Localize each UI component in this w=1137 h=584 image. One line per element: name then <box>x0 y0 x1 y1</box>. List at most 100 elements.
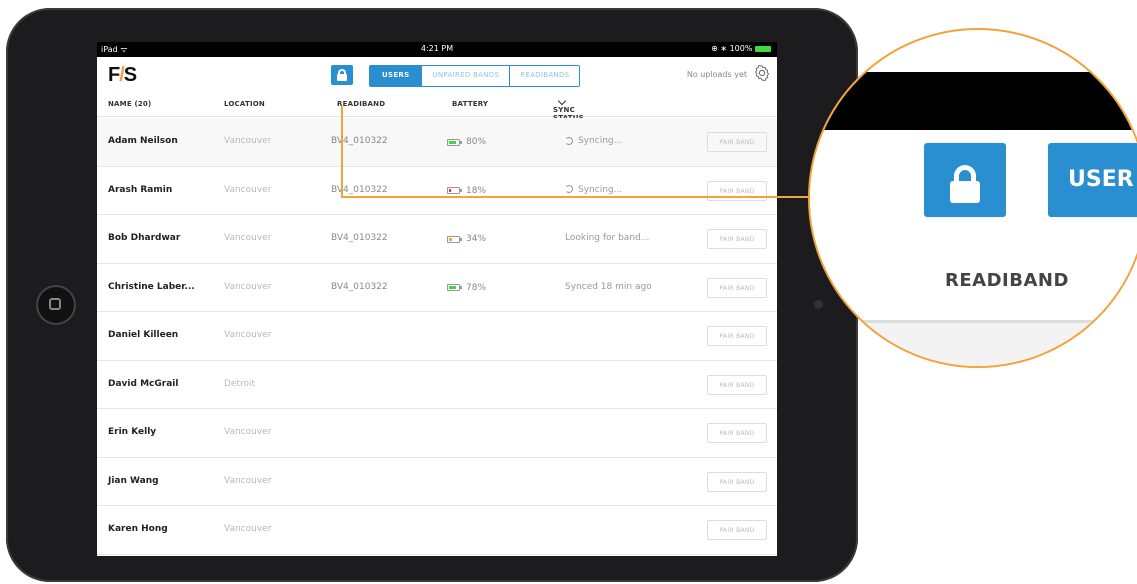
battery-status-text: ⊕ ∗ 100% <box>711 44 753 53</box>
col-location[interactable]: LOCATION <box>224 100 265 108</box>
pair-band-button[interactable]: PAIR BAND <box>707 374 767 395</box>
home-button[interactable] <box>36 285 76 325</box>
pair-band-button[interactable]: PAIR BAND <box>707 471 767 492</box>
status-bar: iPad ᯤ 4:21 PM ⊕ ∗ 100% <box>97 42 777 57</box>
readiband-id: BV4_010322 <box>331 136 388 146</box>
lock-button[interactable] <box>331 65 353 85</box>
pair-band-button[interactable]: PAIR BAND <box>707 326 767 346</box>
spinner-icon <box>565 136 573 145</box>
home-square-icon <box>49 298 61 310</box>
battery-fill <box>449 140 456 144</box>
col-battery[interactable]: BATTERY <box>452 100 488 108</box>
uploads-status: No uploads yet <box>686 70 747 79</box>
sync-status: Synced 18 min ago <box>565 282 652 292</box>
table-row[interactable]: David McGrail Detroit PAIR BAND <box>97 361 777 409</box>
battery-fill <box>449 189 451 192</box>
table-row[interactable]: Christine Laber... Vancouver BV4_010322 78%… <box>97 264 777 312</box>
sync-status-text: Syncing... <box>578 184 623 195</box>
pair-band-button[interactable]: PAIR BAND <box>707 277 767 298</box>
user-name: Arash Ramin <box>108 184 173 195</box>
user-location: Vancouver <box>224 233 272 243</box>
battery-cell: 34% <box>447 234 486 245</box>
magnified-lock-button <box>924 143 1006 217</box>
user-name: Adam Neilson <box>108 136 178 146</box>
spinner-icon <box>565 185 573 193</box>
fs-logo: F/S <box>108 64 137 87</box>
status-right: ⊕ ∗ 100% <box>711 44 771 53</box>
user-name: Christine Laber... <box>108 281 195 292</box>
table-row[interactable]: Jian Wang Vancouver PAIR BAND <box>97 458 777 506</box>
battery-percent: 34% <box>466 234 487 244</box>
user-location: Vancouver <box>224 136 272 146</box>
chevron-down-icon <box>557 96 567 106</box>
battery-percent: 78% <box>466 282 487 293</box>
battery-cell: 18% <box>447 186 486 197</box>
logo-s: S <box>123 64 137 86</box>
user-name: Erin Kelly <box>108 427 157 437</box>
magnified-readiband-label: READIBAND <box>945 270 1069 291</box>
battery-icon <box>447 284 462 291</box>
battery-cell: 80% <box>447 137 486 148</box>
table-row[interactable]: Adam Neilson Vancouver BV4_010322 80% Syncin… <box>97 118 777 167</box>
pair-band-button[interactable]: PAIR BAND <box>707 520 767 540</box>
user-name: Karen Hong <box>108 524 168 534</box>
column-headers: NAME (20) LOCATION READIBAND BATTERY SYN… <box>97 94 777 122</box>
pair-band-button[interactable]: PAIR BAND <box>707 229 767 249</box>
battery-fill <box>449 237 452 241</box>
tab-unpaired-bands[interactable]: UNPAIRED BANDS <box>422 66 511 86</box>
battery-percent: 80% <box>466 137 487 147</box>
user-location: Vancouver <box>224 475 272 486</box>
user-location: Vancouver <box>224 427 272 437</box>
table-row[interactable]: Erin Kelly Vancouver PAIR BAND <box>97 409 777 458</box>
callout-line-vertical <box>341 106 343 198</box>
magnified-status-bar <box>810 72 1137 130</box>
battery-icon <box>755 45 771 52</box>
magnified-row <box>810 320 1137 366</box>
readiband-id: BV4_010322 <box>331 184 388 195</box>
user-name: Daniel Killeen <box>108 330 179 340</box>
battery-icon <box>447 187 462 194</box>
battery-icon <box>447 138 462 146</box>
app-screen: iPad ᯤ 4:21 PM ⊕ ∗ 100% F/S USERS UNPAIR… <box>97 42 777 556</box>
gear-icon[interactable] <box>753 64 771 82</box>
tab-readibands[interactable]: READIBANDS <box>510 66 580 86</box>
user-location: Vancouver <box>224 524 272 534</box>
user-location: Vancouver <box>224 330 272 340</box>
battery-cell: 78% <box>447 283 486 294</box>
battery-icon <box>447 235 462 243</box>
battery-percent: 18% <box>466 185 487 196</box>
user-list: Adam Neilson Vancouver BV4_010322 80% Syncin… <box>97 118 777 555</box>
battery-fill <box>449 286 456 289</box>
sync-status-text: Looking for band... <box>565 233 650 243</box>
sync-status: Syncing... <box>565 185 622 195</box>
callout-line-horizontal <box>341 196 811 198</box>
user-name: Bob Dhardwar <box>108 233 181 243</box>
readiband-id: BV4_010322 <box>331 233 388 243</box>
table-row[interactable]: Bob Dhardwar Vancouver BV4_010322 34% Lookin… <box>97 215 777 264</box>
magnified-users-tab: USER <box>1048 143 1137 217</box>
pair-band-button[interactable]: PAIR BAND <box>707 132 767 152</box>
app-header: F/S USERS UNPAIRED BANDS READIBANDS No u… <box>97 57 777 91</box>
col-readiband[interactable]: READIBAND <box>337 100 385 108</box>
magnifier-callout: USER READIBAND <box>808 28 1137 368</box>
logo-f: F <box>108 64 120 86</box>
table-row[interactable]: Karen Hong Vancouver PAIR BAND <box>97 506 777 555</box>
user-location: Vancouver <box>224 184 272 195</box>
sync-status: Looking for band... <box>565 233 649 243</box>
user-name: Jian Wang <box>108 475 159 486</box>
table-row[interactable]: Daniel Killeen Vancouver PAIR BAND <box>97 312 777 361</box>
pair-band-button[interactable]: PAIR BAND <box>707 423 767 443</box>
segmented-tabs: USERS UNPAIRED BANDS READIBANDS <box>369 65 581 87</box>
lock-icon-body <box>337 74 347 81</box>
magnified-lock-body <box>950 181 980 203</box>
readiband-id: BV4_010322 <box>331 281 388 292</box>
sync-status-text: Synced 18 min ago <box>565 281 652 292</box>
user-location: Vancouver <box>224 281 272 292</box>
table-row[interactable]: Arash Ramin Vancouver BV4_010322 18% Syncing… <box>97 167 777 215</box>
col-name[interactable]: NAME (20) <box>108 100 151 108</box>
tab-users[interactable]: USERS <box>370 66 423 86</box>
clock: 4:21 PM <box>420 44 454 53</box>
col-sync-status[interactable]: SYNC STATUS <box>553 96 584 122</box>
sync-status: Syncing... <box>565 136 622 146</box>
sync-status-text: Syncing... <box>578 136 623 146</box>
